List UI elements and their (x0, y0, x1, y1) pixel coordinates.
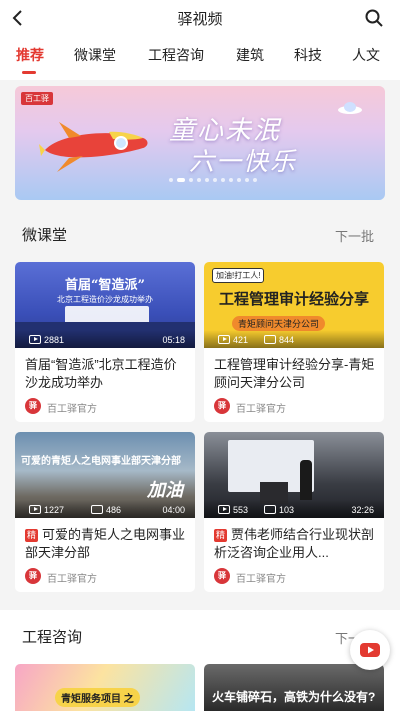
carousel-dot (229, 178, 233, 182)
banner-line-2: 六一快乐 (189, 148, 298, 176)
carousel-dot (221, 178, 225, 182)
author-avatar: 驿 (25, 398, 41, 414)
video-thumbnail: 可爱的青矩人之电网事业部天津分部 加油 1227 486 04:00 (15, 432, 195, 518)
carousel-dot (197, 178, 201, 182)
carousel-dot (245, 178, 249, 182)
video-title: 精可爱的青矩人之电网事业部天津分部 (25, 527, 186, 560)
thumb-title: 火车铺碎石，高铁为什么没有? (212, 690, 376, 704)
thumb-title: 可爱的青矩人之电网事业部天津分部 (21, 456, 181, 467)
page-title: 驿视频 (177, 11, 223, 28)
video-duration: 05:18 (162, 335, 185, 345)
promo-banner[interactable]: 百工驿 童心未泯 六一快乐 (15, 86, 385, 200)
video-card[interactable]: 青矩服务项目 之 (15, 664, 195, 711)
author-avatar: 驿 (214, 568, 230, 584)
carousel-dot (253, 178, 257, 182)
carousel-dot (213, 178, 217, 182)
thumb-title: 青矩服务项目 之 (55, 688, 140, 707)
category-tabs: 推荐 微课堂 工程咨询 建筑 科技 人文 (0, 36, 400, 80)
video-meta: 421 844 (204, 330, 384, 348)
video-meta: 1227 486 04:00 (15, 500, 195, 518)
view-count: 421 (233, 335, 249, 345)
active-tab-indicator (22, 71, 36, 74)
refresh-batch-button[interactable]: 下一批 (335, 226, 374, 245)
play-count-icon (218, 335, 230, 344)
video-duration: 04:00 (162, 505, 185, 515)
top-bar: 驿视频 (0, 0, 400, 36)
carousel-dot (237, 178, 241, 182)
comment-count-icon (264, 335, 276, 344)
video-title: 首届“智造派”北京工程造价沙龙成功举办 (25, 357, 177, 390)
author-name: 百工驿官方 (236, 404, 286, 415)
video-meta: 553 103 32:26 (204, 500, 384, 518)
author-name: 百工驿官方 (236, 574, 286, 585)
video-thumbnail: 首届“智造派” 北京工程造价沙龙成功举办 2881 05:18 (15, 262, 195, 348)
video-card[interactable]: 首届“智造派” 北京工程造价沙龙成功举办 2881 05:18 首届“智造派”北… (15, 262, 195, 422)
video-card[interactable]: 加油!打工人! 工程管理审计经验分享 青矩顾问天津分公司 421 844 工程管… (204, 262, 384, 422)
video-duration: 32:26 (351, 505, 374, 515)
thumb-title: 首届“智造派” (65, 278, 145, 293)
carousel-indicator (169, 178, 257, 182)
banner-badge: 百工驿 (21, 92, 53, 105)
comment-count: 486 (106, 505, 122, 515)
rocket-illustration (39, 122, 148, 172)
comment-count: 844 (279, 335, 295, 345)
tab-architecture[interactable]: 建筑 (236, 45, 264, 65)
tab-humanities[interactable]: 人文 (352, 45, 380, 65)
video-card[interactable]: 553 103 32:26 精贾伟老师结合行业现状剖析泛咨询企业用人... 驿 … (204, 432, 384, 592)
section-title: 微课堂 (22, 227, 68, 244)
tab-engineering-consulting[interactable]: 工程咨询 (148, 45, 204, 65)
video-play-icon (360, 643, 380, 657)
thumb-subtitle: 北京工程造价沙龙成功举办 (57, 295, 153, 304)
video-title: 精贾伟老师结合行业现状剖析泛咨询企业用人... (214, 527, 375, 560)
thumb-subtitle: 加油 (147, 480, 183, 500)
engineering-section: 工程咨询 下一批 青矩服务项目 之 火车铺碎石，高铁为什么没有? (0, 610, 400, 711)
play-count-icon (29, 335, 41, 344)
thumb-tag: 加油!打工人! (212, 268, 265, 283)
view-count: 1227 (44, 505, 65, 515)
comment-count-icon (264, 505, 276, 514)
comment-count: 103 (279, 505, 295, 515)
video-fab[interactable] (350, 630, 390, 670)
ufo-illustration (338, 102, 362, 114)
play-count-icon (29, 505, 41, 514)
video-meta: 2881 05:18 (15, 330, 195, 348)
video-title: 工程管理审计经验分享-青矩顾问天津分公司 (214, 357, 375, 390)
section-title: 工程咨询 (22, 629, 83, 646)
thumb-title: 工程管理审计经验分享 (218, 291, 369, 308)
video-thumbnail: 加油!打工人! 工程管理审计经验分享 青矩顾问天津分公司 421 844 (204, 262, 384, 348)
video-card[interactable]: 可爱的青矩人之电网事业部天津分部 加油 1227 486 04:00 精可爱的青… (15, 432, 195, 592)
tab-technology[interactable]: 科技 (294, 45, 322, 65)
view-count: 553 (233, 505, 249, 515)
view-count: 2881 (44, 335, 65, 345)
video-card[interactable]: 火车铺碎石，高铁为什么没有? (204, 664, 384, 711)
author-name: 百工驿官方 (47, 574, 97, 585)
author-avatar: 驿 (25, 568, 41, 584)
featured-tag: 精 (25, 529, 39, 542)
carousel-dot (189, 178, 193, 182)
tab-recommend[interactable]: 推荐 (16, 45, 44, 65)
micro-class-header: 微课堂 下一批 (0, 212, 400, 250)
thumb-subtitle: 青矩顾问天津分公司 (232, 316, 326, 331)
play-count-icon (218, 505, 230, 514)
comment-count-icon (91, 505, 103, 514)
tab-micro-class[interactable]: 微课堂 (74, 45, 116, 65)
carousel-dot-active (177, 178, 185, 182)
author-name: 百工驿官方 (47, 404, 97, 415)
author-avatar: 驿 (214, 398, 230, 414)
thumb-speaker (300, 460, 312, 500)
featured-tag: 精 (214, 529, 228, 542)
carousel-dot (169, 178, 173, 182)
video-thumbnail: 553 103 32:26 (204, 432, 384, 518)
carousel-dot (205, 178, 209, 182)
search-icon[interactable] (364, 8, 384, 28)
